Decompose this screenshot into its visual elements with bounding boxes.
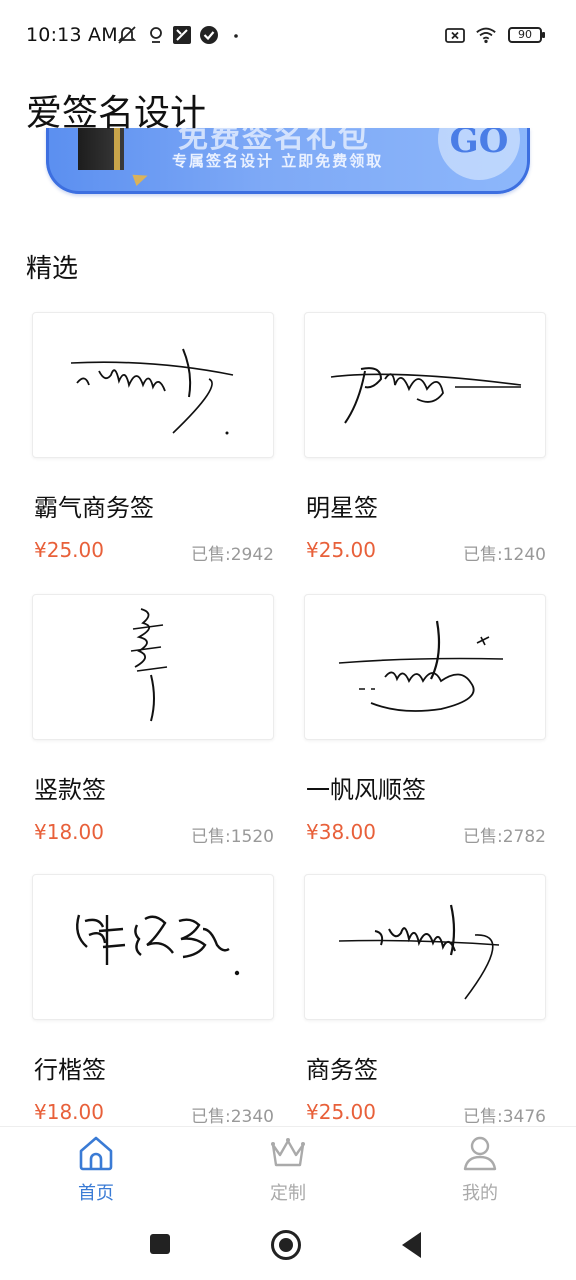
signature-drawing bbox=[330, 367, 522, 424]
signature-image bbox=[32, 594, 274, 740]
bottom-tab-bar: 首页 定制 我的 bbox=[0, 1126, 576, 1214]
no-sim-icon bbox=[445, 28, 465, 43]
product-name: 行楷签 bbox=[34, 1056, 106, 1084]
paper-plane-icon bbox=[132, 169, 150, 187]
product-price: ¥25.00 bbox=[306, 538, 376, 562]
product-card[interactable]: 霸气商务签 ¥25.00 已售:2942 bbox=[32, 312, 274, 565]
status-time: 10:13 AM bbox=[26, 24, 118, 46]
product-price: ¥25.00 bbox=[306, 1100, 376, 1124]
product-price: ¥38.00 bbox=[306, 820, 376, 844]
page-title: 爱签名设计 bbox=[26, 93, 207, 134]
location-icon bbox=[150, 27, 162, 43]
system-nav-bar bbox=[0, 1214, 576, 1280]
mute-icon bbox=[117, 26, 137, 44]
product-price: ¥18.00 bbox=[34, 820, 104, 844]
signature-drawing bbox=[76, 914, 240, 976]
battery-level: 90 bbox=[518, 28, 532, 41]
signature-image bbox=[32, 312, 274, 458]
product-card[interactable]: 明星签 ¥25.00 已售:1240 bbox=[304, 312, 546, 565]
product-sold-count: 已售:2340 bbox=[191, 1107, 274, 1127]
status-bar: 10:13 AM 90 bbox=[0, 0, 576, 70]
tab-home-label: 首页 bbox=[78, 1183, 114, 1204]
signature-drawing bbox=[338, 904, 500, 1000]
product-name: 竖款签 bbox=[34, 776, 106, 804]
product-sold-count: 已售:3476 bbox=[463, 1107, 546, 1127]
product-sold-count: 已售:1520 bbox=[191, 827, 274, 847]
product-name: 一帆风顺签 bbox=[306, 776, 426, 804]
product-card[interactable]: 一帆风顺签 ¥38.00 已售:2782 bbox=[304, 594, 546, 847]
user-icon bbox=[463, 1136, 497, 1171]
tab-custom-label: 定制 bbox=[270, 1183, 306, 1204]
tab-profile-label: 我的 bbox=[462, 1183, 498, 1204]
back-button[interactable] bbox=[402, 1232, 421, 1258]
battery-icon: 90 bbox=[508, 27, 545, 43]
app-notification-icon bbox=[173, 26, 191, 44]
signature-image bbox=[32, 874, 274, 1020]
signature-drawing bbox=[70, 348, 234, 435]
product-name: 霸气商务签 bbox=[34, 494, 154, 522]
banner-go-button[interactable]: GO bbox=[438, 128, 520, 180]
signature-drawing bbox=[338, 620, 504, 712]
signature-image bbox=[304, 874, 546, 1020]
tab-custom[interactable]: 定制 bbox=[228, 1127, 348, 1215]
tab-home[interactable]: 首页 bbox=[36, 1127, 156, 1215]
signature-image bbox=[304, 594, 546, 740]
product-price: ¥25.00 bbox=[34, 538, 104, 562]
product-sold-count: 已售:2942 bbox=[191, 545, 274, 565]
banner-subtitle: 专属签名设计 立即免费领取 bbox=[172, 152, 384, 170]
product-sold-count: 已售:1240 bbox=[463, 545, 546, 565]
tab-profile[interactable]: 我的 bbox=[420, 1127, 540, 1215]
wifi-icon bbox=[476, 27, 496, 44]
product-card[interactable]: 商务签 ¥25.00 已售:3476 bbox=[304, 874, 546, 1127]
home-button[interactable] bbox=[271, 1230, 301, 1260]
promo-banner[interactable]: 免费签名礼包 专属签名设计 立即免费领取 GO bbox=[46, 128, 530, 194]
recent-apps-button[interactable] bbox=[150, 1234, 170, 1254]
signature-drawing bbox=[130, 608, 168, 722]
more-dot-icon bbox=[234, 34, 238, 38]
signature-image bbox=[304, 312, 546, 458]
check-badge-icon bbox=[200, 26, 218, 44]
crown-icon bbox=[271, 1138, 305, 1167]
product-name: 明星签 bbox=[306, 494, 378, 522]
product-price: ¥18.00 bbox=[34, 1100, 104, 1124]
product-name: 商务签 bbox=[306, 1056, 378, 1084]
home-icon bbox=[79, 1136, 113, 1171]
product-card[interactable]: 竖款签 ¥18.00 已售:1520 bbox=[32, 594, 274, 847]
product-sold-count: 已售:2782 bbox=[463, 827, 546, 847]
product-card[interactable]: 行楷签 ¥18.00 已售:2340 bbox=[32, 874, 274, 1127]
section-title: 精选 bbox=[26, 254, 79, 284]
